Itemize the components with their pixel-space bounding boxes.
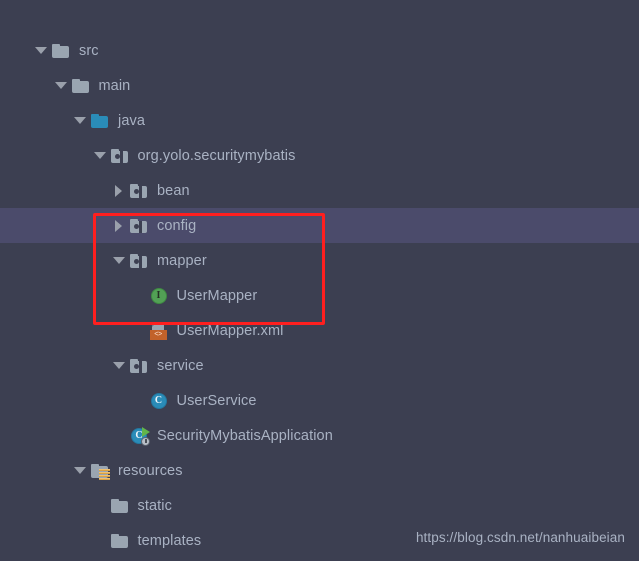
tree-row-org-yolo-securitymybatis[interactable]: org.yolo.securitymybatis [0, 138, 639, 173]
chevron-down-icon[interactable] [72, 463, 88, 479]
tree-item-label: config [157, 217, 197, 234]
chevron-down-icon[interactable] [111, 253, 127, 269]
tree-item-label: org.yolo.securitymybatis [137, 147, 296, 164]
tree-item-label: main [98, 77, 131, 94]
tree-row-main[interactable]: main [0, 68, 639, 103]
tree-row-resources[interactable]: resources [0, 453, 639, 488]
tree-item-label: templates [137, 532, 202, 549]
source-folder-icon [91, 112, 111, 130]
tree-row-static[interactable]: static [0, 488, 639, 523]
folder-icon [52, 42, 72, 60]
folder-icon [71, 77, 92, 95]
tree-item-label: bean [157, 182, 190, 199]
xml-file-icon: <> [149, 321, 170, 340]
resources-folder-icon [91, 462, 111, 480]
tree-item-label: mapper [157, 252, 207, 269]
chevron-down-icon[interactable] [111, 358, 127, 374]
chevron-right-icon[interactable] [111, 183, 127, 199]
tree-row-bean[interactable]: bean [0, 173, 639, 208]
tree-row-config[interactable]: config [0, 208, 639, 243]
package-icon [130, 252, 150, 270]
tree-row-usermapper[interactable]: I UserMapper [0, 278, 639, 313]
tree-item-label: resources [118, 462, 183, 479]
chevron-down-icon[interactable] [33, 43, 49, 59]
folder-icon [110, 497, 131, 515]
chevron-down-icon[interactable] [53, 78, 69, 94]
tree-row-userservice[interactable]: C UserService [0, 383, 639, 418]
class-icon: C [150, 392, 170, 410]
tree-row-java[interactable]: java [0, 103, 639, 138]
folder-icon [110, 532, 131, 550]
tree-item-label: UserMapper [176, 287, 258, 304]
tree-row-mapper[interactable]: mapper [0, 243, 639, 278]
tree-row-securitymybatisapplication[interactable]: C SecurityMybatisApplication [0, 418, 639, 453]
package-icon [130, 357, 150, 375]
package-icon [130, 182, 150, 200]
tree-item-label: src [79, 42, 99, 59]
tree-row-service[interactable]: service [0, 348, 639, 383]
tree-item-label: java [118, 112, 145, 129]
chevron-down-icon[interactable] [72, 113, 88, 129]
spring-boot-run-icon: C [130, 426, 150, 446]
package-icon [130, 217, 150, 235]
interface-icon: I [150, 287, 170, 305]
tree-item-label: static [137, 497, 172, 514]
tree-item-label: service [157, 357, 204, 374]
tree-item-label: UserService [176, 392, 257, 409]
tree-row-usermapper-xml[interactable]: <> UserMapper.xml [0, 313, 639, 348]
watermark-url: https://blog.csdn.net/nanhuaibeian [415, 530, 625, 545]
chevron-down-icon[interactable] [92, 148, 108, 164]
tree-item-label: SecurityMybatisApplication [157, 427, 333, 444]
chevron-right-icon[interactable] [111, 218, 127, 234]
tree-row-src[interactable]: src [0, 33, 639, 68]
tree-item-label: UserMapper.xml [176, 322, 284, 339]
package-icon [110, 147, 131, 165]
project-file-tree[interactable]: src main java org.yolo.securitymybatis bean c… [0, 0, 639, 561]
